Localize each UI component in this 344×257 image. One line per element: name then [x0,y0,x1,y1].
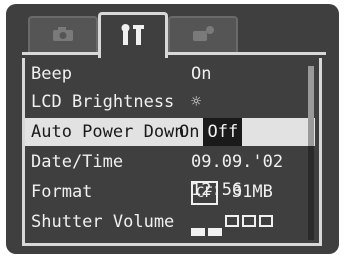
tab-camera[interactable] [28,16,98,54]
menu-item-label: Date/Time [31,152,124,172]
menu-item-value: On [191,64,212,84]
option-off[interactable]: Off [203,118,243,146]
menu-item-format[interactable]: Format CF 31MB [25,178,315,206]
menu-item-label: Auto Power Down [31,122,185,142]
volume-level-indicator [191,208,276,236]
volume-step [259,215,273,227]
volume-step [208,228,222,236]
cf-card-icon: CF [191,181,218,205]
menu-tabs [18,12,339,58]
menu-item-date-time[interactable]: Date/Time 09.09.'02 12:56 [25,148,315,200]
menu-item-auto-power-down[interactable]: Auto Power Down On Off [25,118,315,146]
menu-item-value: CF 31MB [191,178,273,206]
tools-icon [118,23,148,51]
menu-item-label: Shutter Volume [31,212,175,232]
menu-item-beep[interactable]: Beep On [25,60,315,88]
scrollbar-thumb[interactable] [308,66,314,146]
tab-custom[interactable] [168,16,238,54]
tab-setup[interactable] [98,12,168,58]
menu-item-label: Beep [31,64,72,84]
tab-underline [22,52,326,55]
volume-step [242,215,256,227]
menu-item-lcd-brightness[interactable]: LCD Brightness ☼ [25,88,315,116]
volume-step [191,228,205,236]
settings-menu: Beep On LCD Brightness ☼ Auto Power Down… [22,58,322,246]
custom-icon [191,25,215,47]
menu-item-label: Format [31,182,93,202]
menu-item-shutter-volume[interactable]: Shutter Volume [25,208,315,236]
volume-step [225,215,239,227]
card-capacity: 31MB [231,182,273,202]
menu-item-value[interactable]: On Off [179,118,243,146]
menu-item-label: LCD Brightness [31,92,175,112]
option-on[interactable]: On [179,122,199,142]
brightness-icon: ☼ [191,92,202,112]
scrollbar[interactable] [308,66,314,240]
camera-icon [52,26,74,46]
camera-lcd-screen: Beep On LCD Brightness ☼ Auto Power Down… [6,4,339,254]
